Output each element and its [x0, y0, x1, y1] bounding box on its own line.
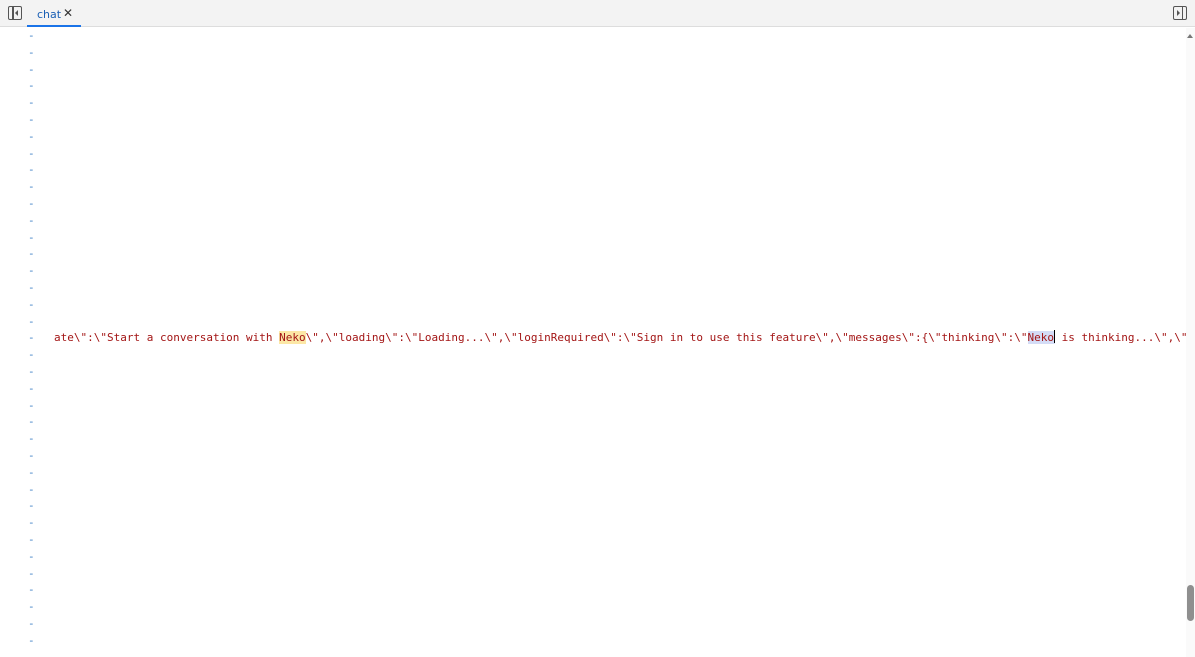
gutter-fold-marker: -: [28, 230, 35, 244]
selection-highlight: Neko: [1027, 330, 1056, 344]
gutter-fold-marker: -: [28, 281, 35, 294]
sidebar-right-toggle-icon[interactable]: [1173, 6, 1187, 20]
tab-label: chat: [37, 8, 62, 21]
toggle-bar: [1181, 7, 1183, 19]
selected-text: Neko: [1027, 331, 1055, 344]
gutter-fold-marker: -: [28, 482, 35, 496]
gutter-fold-marker: -: [28, 113, 35, 126]
gutter-fold-marker: -: [28, 465, 35, 479]
code-text: ate\":\"Start a conversation with: [54, 331, 280, 344]
gutter-fold-marker: -: [28, 499, 35, 513]
gutter-fold-marker: -: [28, 180, 35, 194]
gutter-fold-marker: -: [28, 398, 35, 412]
gutter-fold-marker: -: [28, 432, 35, 446]
gutter-fold-marker: -: [28, 449, 35, 462]
code-text: is thinking...\",\"r: [1055, 331, 1186, 344]
code-line[interactable]: ate\":\"Start a conversation with Neko\"…: [54, 330, 1186, 345]
toggle-arrow: [1177, 10, 1180, 16]
scroll-up-arrow-icon[interactable]: [1187, 34, 1193, 38]
gutter-fold-marker: -: [28, 197, 35, 210]
gutter-fold-marker: -: [28, 617, 35, 630]
toggle-arrow: [15, 10, 18, 16]
gutter-fold-marker: -: [28, 365, 35, 378]
tab-bar: chat ✕: [0, 0, 1195, 27]
code-text: \",\"loading\":\"Loading...\",\"loginReq…: [305, 331, 1028, 344]
gutter-fold-marker: -: [28, 129, 35, 143]
gutter-fold-marker: -: [28, 29, 35, 42]
gutter-fold-marker: -: [28, 633, 35, 647]
gutter-fold-marker: -: [28, 331, 35, 345]
gutter-fold-marker: -: [28, 213, 35, 227]
gutter-fold-marker: -: [28, 163, 35, 177]
gutter-fold-marker: -: [28, 415, 35, 429]
code-editor[interactable]: - - - - - - - - - - - - - - - - - - - - - - - - - - - - - - - - - - - - - at…: [0, 28, 1186, 657]
gutter-fold-marker: -: [28, 264, 35, 278]
gutter-fold-marker: -: [28, 62, 35, 76]
sidebar-left-toggle-icon[interactable]: [8, 6, 22, 20]
tab-chat[interactable]: chat ✕: [27, 0, 81, 27]
vertical-scrollbar[interactable]: [1186, 28, 1195, 657]
gutter-fold-marker: -: [28, 583, 35, 597]
gutter-fold-marker: -: [28, 297, 35, 311]
gutter-fold-marker: -: [28, 247, 35, 261]
gutter-fold-marker: -: [28, 533, 35, 546]
gutter-fold-marker: -: [28, 600, 35, 614]
gutter-fold-marker: -: [28, 45, 35, 59]
gutter-fold-marker: -: [28, 549, 35, 563]
gutter-fold-marker: -: [28, 381, 35, 395]
gutter-fold-marker: -: [28, 79, 35, 93]
gutter-fold-marker: -: [28, 146, 35, 160]
toggle-bar: [12, 7, 14, 19]
gutter-fold-marker: -: [28, 516, 35, 530]
gutter-fold-marker: -: [28, 314, 35, 328]
close-icon[interactable]: ✕: [63, 6, 73, 20]
scrollbar-thumb[interactable]: [1187, 585, 1194, 621]
find-match-highlight: Neko: [279, 331, 306, 344]
gutter-fold-marker: -: [28, 566, 35, 580]
gutter-fold-marker: -: [28, 96, 35, 110]
gutter-fold-marker: -: [28, 348, 35, 362]
